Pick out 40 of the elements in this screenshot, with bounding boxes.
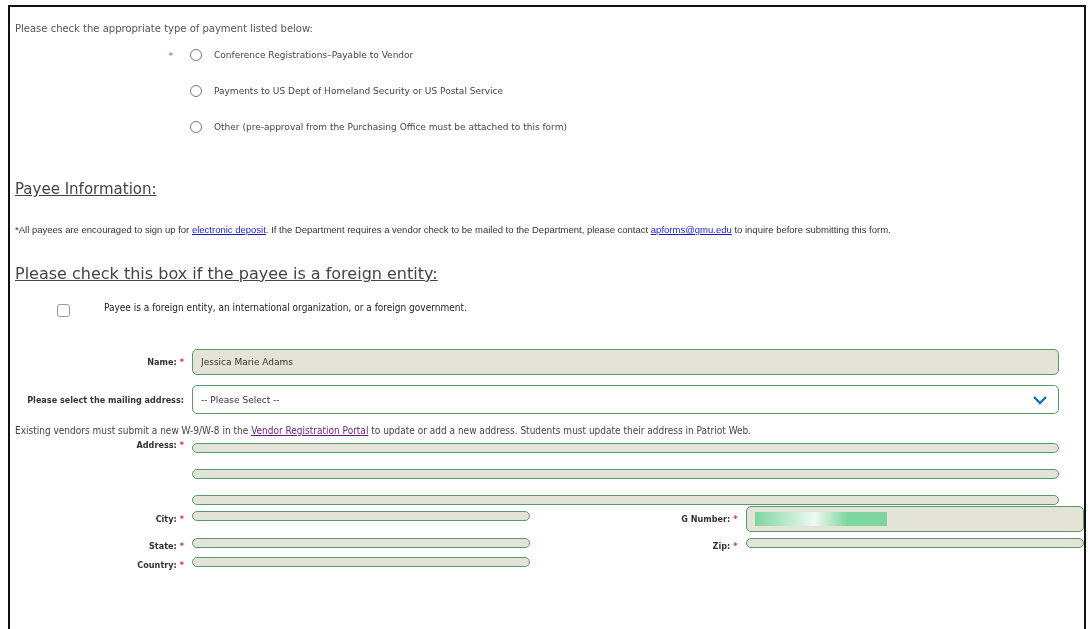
field-label: City: [155, 514, 177, 524]
vendor-note: Existing vendors must submit a new W-9/W-8 in the Vendor Registration Portal to update or add a new address. Students must update their address in Patriot Web. [15, 425, 753, 436]
chevron-down-icon [1032, 394, 1048, 405]
payee-note: *All payees are encouraged to sign up for electronic deposit. If the Department requires a vendor check to be mailed to the Department, please contact apforms@gmu.edu to inquire before submitting this form. [15, 224, 892, 235]
field-label: Please select the mailing address: [27, 394, 184, 405]
field-label: G Number: [681, 514, 731, 524]
text-field[interactable] [745, 538, 1084, 548]
required-marker: * [733, 541, 738, 551]
radio-label[interactable]: Other (pre-approval from the Purchasing Office must be attached to this form) [214, 122, 567, 132]
checkbox-label[interactable]: Payee is a foreign entity, an international organization, or a foreign government. [104, 302, 467, 313]
email-link[interactable]: apforms@gmu.edu [650, 224, 732, 235]
field-label: Name: [147, 357, 177, 367]
electronic-deposit-link[interactable]: electronic deposit [191, 224, 266, 235]
section-heading: Please check this box if the payee is a foreign entity: [15, 264, 439, 283]
name-field[interactable]: Jessica Marie Adams [192, 349, 1059, 375]
payment-prompt: Please check the appropriate type of payment listed below: [15, 23, 314, 34]
required-marker: * [179, 560, 184, 570]
text-field[interactable] [192, 557, 530, 567]
section-heading: Payee Information: [15, 180, 158, 198]
required-marker: * [179, 541, 184, 551]
address-field[interactable] [192, 495, 1059, 505]
text-field[interactable] [192, 538, 530, 548]
required-marker: * [179, 357, 184, 367]
required-marker: * [179, 440, 184, 450]
field-label: State: [149, 541, 177, 551]
address-field[interactable] [192, 443, 1059, 453]
address-field[interactable] [192, 469, 1059, 479]
field-label: Country: [137, 560, 177, 570]
text-field[interactable] [192, 511, 530, 521]
g-number-field[interactable] [745, 506, 1084, 532]
radio-label[interactable]: Conference Registrations–Payable to Vendor [214, 50, 414, 60]
vendor-portal-link[interactable]: Vendor Registration Portal [251, 425, 369, 436]
radio-label[interactable]: Payments to US Dept of Homeland Security or US Postal Service [214, 86, 503, 96]
field-label: Address: [136, 440, 177, 450]
field-label: Zip: [712, 541, 731, 551]
required-marker: * [179, 514, 184, 524]
mailing-address-dropdown[interactable]: -- Please Select -- [192, 385, 1059, 414]
required-marker: * [733, 514, 738, 524]
required-marker: * [168, 49, 173, 61]
checkbox[interactable] [57, 304, 70, 317]
